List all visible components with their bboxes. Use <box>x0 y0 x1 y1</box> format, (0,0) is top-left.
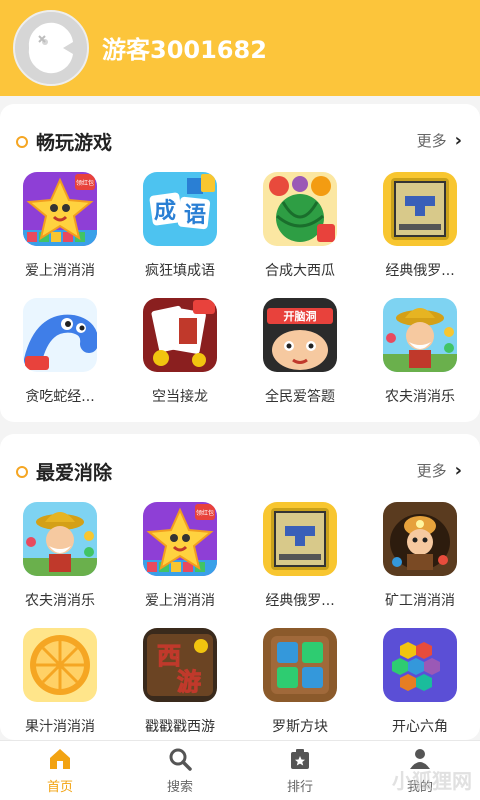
avatar[interactable] <box>13 10 89 86</box>
search-icon <box>169 748 192 771</box>
miner-game-icon <box>383 502 457 576</box>
section-title: 畅玩游戏 <box>16 128 112 155</box>
game-tile[interactable]: 矿工消消消 <box>360 502 480 610</box>
game-tile[interactable]: 开心六角 <box>360 628 480 736</box>
blocks-game-icon <box>263 628 337 702</box>
game-tile[interactable]: 经典俄罗... <box>240 502 360 610</box>
username: 游客3001682 <box>102 36 267 64</box>
ranking-icon <box>291 749 309 769</box>
star-game-icon: 领红包 <box>143 502 217 576</box>
watermelon-game-icon <box>263 172 337 246</box>
svg-text:游: 游 <box>177 668 201 696</box>
hexagon-game-icon <box>383 628 457 702</box>
ring-icon <box>16 465 28 478</box>
game-tile[interactable]: 经典俄罗... <box>360 172 480 280</box>
game-name: 果汁消消消 <box>25 719 95 735</box>
section-card-match: 最爱消除 更多 › 农夫消消乐 领红包 爱上消消消 经典俄罗... 矿工消消消 … <box>0 434 480 740</box>
game-name: 农夫消消乐 <box>25 593 95 609</box>
chevron-right-icon: › <box>454 130 462 151</box>
game-tile[interactable]: 贪吃蛇经... <box>0 298 120 406</box>
game-tile[interactable]: 成语 疯狂填成语 <box>120 172 240 280</box>
chevron-right-icon: › <box>454 460 462 481</box>
game-tile[interactable]: 领红包 爱上消消消 <box>0 172 120 280</box>
idiom-game-icon: 成语 <box>143 172 217 246</box>
game-name: 爱上消消消 <box>145 593 215 609</box>
game-name: 贪吃蛇经... <box>25 389 95 405</box>
game-name: 空当接龙 <box>152 389 208 405</box>
snake-game-icon <box>23 298 97 372</box>
game-name: 爱上消消消 <box>25 263 95 279</box>
tab-ranking[interactable]: 排行 <box>240 741 360 800</box>
farmer-game-icon <box>383 298 457 372</box>
game-tile[interactable]: 开脑洞 全民爱答题 <box>240 298 360 406</box>
more-button[interactable]: 更多 › <box>417 130 462 151</box>
tetris-game-icon <box>263 502 337 576</box>
farmer-game-icon <box>23 502 97 576</box>
profile-header: 游客3001682 <box>0 0 480 96</box>
game-name: 合成大西瓜 <box>265 263 335 279</box>
tab-search[interactable]: 搜索 <box>120 741 240 800</box>
game-tile[interactable]: 空当接龙 <box>120 298 240 406</box>
orange-game-icon <box>23 628 97 702</box>
ring-icon <box>16 135 28 148</box>
tetris-game-icon <box>383 172 457 246</box>
game-tile[interactable]: 合成大西瓜 <box>240 172 360 280</box>
svg-text:领红包: 领红包 <box>196 509 214 517</box>
game-name: 全民爱答题 <box>265 389 335 405</box>
svg-text:成: 成 <box>154 199 176 224</box>
xiyou-game-icon: 西游 <box>143 628 217 702</box>
game-tile[interactable]: 农夫消消乐 <box>360 298 480 406</box>
game-name: 经典俄罗... <box>385 263 455 279</box>
game-name: 疯狂填成语 <box>145 263 215 279</box>
game-tile[interactable]: 果汁消消消 <box>0 628 120 736</box>
game-tile[interactable]: 西游 戳戳戳西游 <box>120 628 240 736</box>
svg-text:领红包: 领红包 <box>76 179 94 187</box>
game-name: 经典俄罗... <box>265 593 335 609</box>
section-title: 最爱消除 <box>16 458 112 485</box>
star-game-icon: 领红包 <box>23 172 97 246</box>
section-card-play: 畅玩游戏 更多 › 领红包 爱上消消消 成语 疯狂填成语 合成大西瓜 经典俄罗.… <box>0 104 480 422</box>
game-name: 罗斯方块 <box>272 719 328 735</box>
quiz-game-icon: 开脑洞 <box>263 298 337 372</box>
avatar-placeholder-icon <box>15 12 87 84</box>
game-tile[interactable]: 罗斯方块 <box>240 628 360 736</box>
game-name: 开心六角 <box>392 719 448 735</box>
game-name: 矿工消消消 <box>385 593 455 609</box>
svg-text:语: 语 <box>184 203 206 228</box>
watermark: 小狐狸网 <box>392 769 472 793</box>
svg-text:西: 西 <box>157 642 181 670</box>
tab-home[interactable]: 首页 <box>0 741 120 800</box>
home-icon <box>50 749 70 769</box>
solitaire-game-icon <box>143 298 217 372</box>
game-tile[interactable]: 领红包 爱上消消消 <box>120 502 240 610</box>
game-name: 农夫消消乐 <box>385 389 455 405</box>
svg-text:开脑洞: 开脑洞 <box>284 309 317 323</box>
game-name: 戳戳戳西游 <box>145 719 215 735</box>
game-tile[interactable]: 农夫消消乐 <box>0 502 120 610</box>
more-button[interactable]: 更多 › <box>417 460 462 481</box>
